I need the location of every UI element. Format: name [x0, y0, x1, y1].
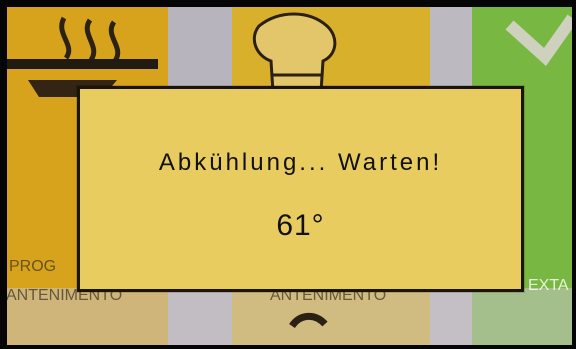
cooling-message: Abkühlung... Warten! [158, 149, 443, 176]
checkmark-icon [505, 14, 576, 66]
extra-caption: EXTA [528, 277, 569, 294]
oven-control-screen: PROG ANTENIMENTO ANTENIMENTO EXTA Abkühl… [0, 0, 576, 349]
temperature-readout: 61° [276, 209, 325, 242]
cooling-dialog: Abkühlung... Warten! 61° [77, 86, 524, 292]
program-caption: PROG [9, 258, 57, 275]
